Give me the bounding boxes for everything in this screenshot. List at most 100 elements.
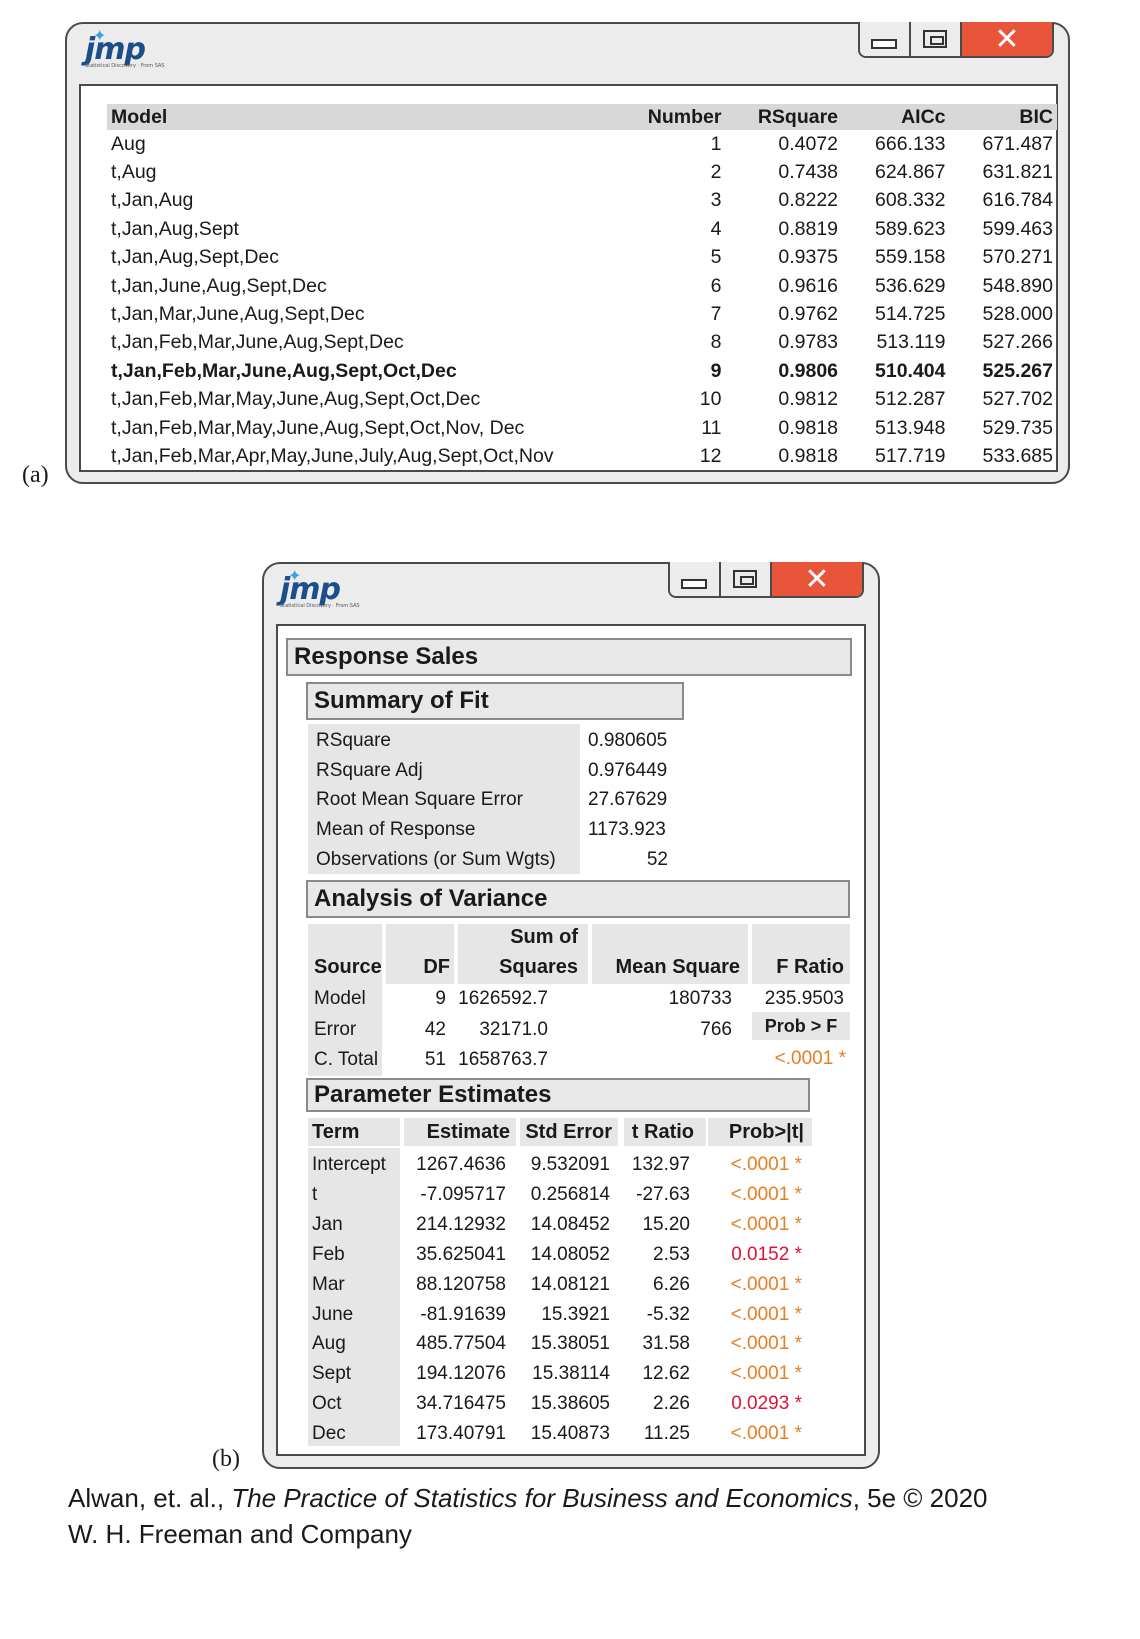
anova-cell-df: 9 [435, 988, 446, 1009]
anova-cell-ss: 1626592.7 [458, 988, 548, 1009]
cell-number: 3 [710, 189, 722, 212]
analysis-of-variance-header[interactable]: Analysis of Variance [306, 880, 850, 918]
minimize-button[interactable] [860, 22, 911, 56]
jmp-logo: jmp ✦ Statistical Discovery · From SAS [280, 566, 360, 609]
cell-model: t,Jan,Feb,Mar,Apr,May,June,July,Aug,Sept… [111, 444, 554, 467]
summary-value: 1173.923 [588, 819, 666, 841]
summary-of-fit-header[interactable]: Summary of Fit [306, 682, 684, 720]
anova-cell-source: C. Total [314, 1049, 379, 1070]
col-header-aicc: AICc [842, 104, 950, 130]
param-cell-prob: 0.0293 * [731, 1393, 802, 1415]
cell-aicc: 589.623 [875, 217, 946, 240]
logo-star-icon: ✦ [93, 26, 107, 45]
summary-label: Root Mean Square Error [316, 789, 523, 811]
cell-rsquare: 0.9812 [778, 388, 839, 411]
param-cell-stderr: 14.08121 [530, 1273, 610, 1295]
anova-cell-source: Error [314, 1018, 357, 1040]
param-cell-term: t [312, 1183, 318, 1205]
param-cell-tratio: 11.25 [643, 1423, 690, 1445]
close-icon: ✕ [804, 562, 830, 596]
param-cell-prob: <.0001 * [730, 1154, 802, 1175]
anova-col-header-ms: Mean Square [615, 956, 740, 978]
param-cell-prob: <.0001 * [730, 1333, 802, 1355]
summary-label: Mean of Response [316, 819, 476, 841]
anova-cell-ms [592, 1045, 732, 1075]
cell-bic: 616.784 [982, 189, 1054, 212]
table-row[interactable]: Aug 1 0.4072 666.133 671.487 [107, 130, 1057, 158]
cell-rsquare: 0.8819 [778, 217, 839, 240]
cell-model: t,Jan,Aug,Sept,Dec [111, 246, 280, 269]
table-row[interactable]: t,Jan,Aug,Sept,Dec 5 0.9375 559.158 570.271 [107, 244, 1057, 272]
minimize-icon [871, 39, 898, 49]
param-cell-prob: <.0001 * [730, 1423, 802, 1445]
cell-rsquare: 0.9616 [778, 274, 839, 297]
citation-book-title: The Practice of Statistics for Business … [231, 1483, 853, 1513]
param-cell-estimate: -81.91639 [420, 1303, 506, 1325]
cell-model: t,Jan,Aug [111, 189, 194, 212]
param-cell-estimate: 485.77504 [416, 1333, 506, 1355]
maximize-button[interactable] [910, 22, 962, 56]
table-row[interactable]: t,Jan,Feb,Mar,June,Aug,Sept,Dec 8 0.9783 51… [107, 329, 1057, 357]
cell-number: 2 [710, 161, 722, 184]
close-button[interactable]: ✕ [961, 22, 1052, 56]
maximize-button[interactable] [720, 562, 772, 596]
caption-b: (b) [212, 1446, 240, 1472]
cell-aicc: 536.629 [875, 274, 946, 297]
table-row[interactable]: t,Jan,June,Aug,Sept,Dec 6 0.9616 536.629 548… [107, 272, 1057, 300]
cell-aicc: 510.404 [875, 359, 946, 382]
anova-col-header-ss_top: Sum of [510, 926, 578, 948]
window-a: jmp ✦ Statistical Discovery · From SAS ✕… [65, 22, 1070, 484]
cell-model: t,Jan,Feb,Mar,June,Aug,Sept,Oct,Dec [111, 359, 457, 382]
param-cell-tratio: 132.97 [631, 1154, 690, 1175]
close-button[interactable]: ✕ [771, 562, 862, 596]
cell-rsquare: 0.9818 [778, 444, 839, 467]
table-row[interactable]: t,Aug 2 0.7438 624.867 631.821 [107, 158, 1057, 186]
window-controls: ✕ [858, 22, 1054, 58]
parameter-estimates-header[interactable]: Parameter Estimates [306, 1078, 810, 1112]
jmp-logo: jmp ✦ Statistical Discovery · From SAS [85, 26, 165, 69]
cell-bic: 527.266 [982, 331, 1054, 354]
param-cell-estimate: 173.40791 [416, 1423, 506, 1445]
table-row[interactable]: t,Jan,Feb,Mar,May,June,Aug,Sept,Oct,Nov,… [107, 414, 1057, 442]
model-comparison-table: Model Number RSquare AICc BIC Aug 1 0.4072… [107, 104, 1057, 471]
param-cell-tratio: -5.32 [646, 1303, 690, 1325]
cell-model: t,Jan,Feb,Mar,May,June,Aug,Sept,Oct,Nov,… [111, 416, 525, 439]
param-cell-estimate: 194.12076 [416, 1363, 506, 1385]
col-header-model: Model [107, 104, 635, 130]
param-cell-term: Aug [312, 1333, 346, 1355]
params-col-header-tratio: t Ratio [631, 1121, 694, 1143]
table-row[interactable]: t,Jan,Aug,Sept 4 0.8819 589.623 599.463 [107, 215, 1057, 243]
table-header-row: Model Number RSquare AICc BIC [107, 104, 1057, 130]
cell-rsquare: 0.4072 [778, 132, 839, 155]
cell-bic: 671.487 [982, 132, 1054, 155]
model-table-pane: Model Number RSquare AICc BIC Aug 1 0.4072… [79, 84, 1058, 472]
param-cell-term: June [312, 1303, 354, 1325]
table-row[interactable]: t,Jan,Feb,Mar,June,Aug,Sept,Oct,Dec 9 0.98… [107, 357, 1057, 385]
minimize-button[interactable] [670, 562, 721, 596]
param-cell-term: Feb [312, 1243, 345, 1265]
param-cell-tratio: 2.26 [653, 1393, 690, 1415]
params-col-header-prob: Prob>|t| [728, 1121, 804, 1143]
table-row[interactable]: t,Jan,Mar,June,Aug,Sept,Dec 7 0.9762 514.72… [107, 300, 1057, 328]
param-cell-stderr: 14.08052 [530, 1243, 610, 1265]
cell-rsquare: 0.9818 [778, 416, 839, 439]
param-cell-term: Dec [312, 1423, 346, 1445]
cell-number: 4 [710, 217, 722, 240]
table-row[interactable]: t,Jan,Aug 3 0.8222 608.332 616.784 [107, 187, 1057, 215]
params-col-header-stderr: Std Error [525, 1121, 612, 1143]
param-cell-tratio: 31.58 [642, 1333, 690, 1355]
cell-aicc: 514.725 [875, 303, 946, 326]
maximize-icon [923, 30, 948, 48]
response-sales-header[interactable]: Response Sales [286, 638, 852, 676]
summary-value: 0.976449 [588, 759, 668, 781]
param-cell-prob: <.0001 * [730, 1273, 802, 1295]
summary-label: RSquare [316, 730, 391, 751]
window-controls: ✕ [668, 562, 864, 598]
table-row[interactable]: t,Jan,Feb,Mar,May,June,Aug,Sept,Oct,Dec 1… [107, 386, 1057, 414]
cell-model: t,Jan,Aug,Sept [111, 217, 239, 240]
param-cell-prob: <.0001 * [730, 1183, 802, 1205]
table-row[interactable]: t,Jan,Feb,Mar,Apr,May,June,July,Aug,Sept… [107, 442, 1057, 470]
logo-star-icon: ✦ [288, 566, 302, 585]
col-header-rsquare: RSquare [725, 104, 843, 130]
cell-number: 10 [699, 388, 722, 411]
